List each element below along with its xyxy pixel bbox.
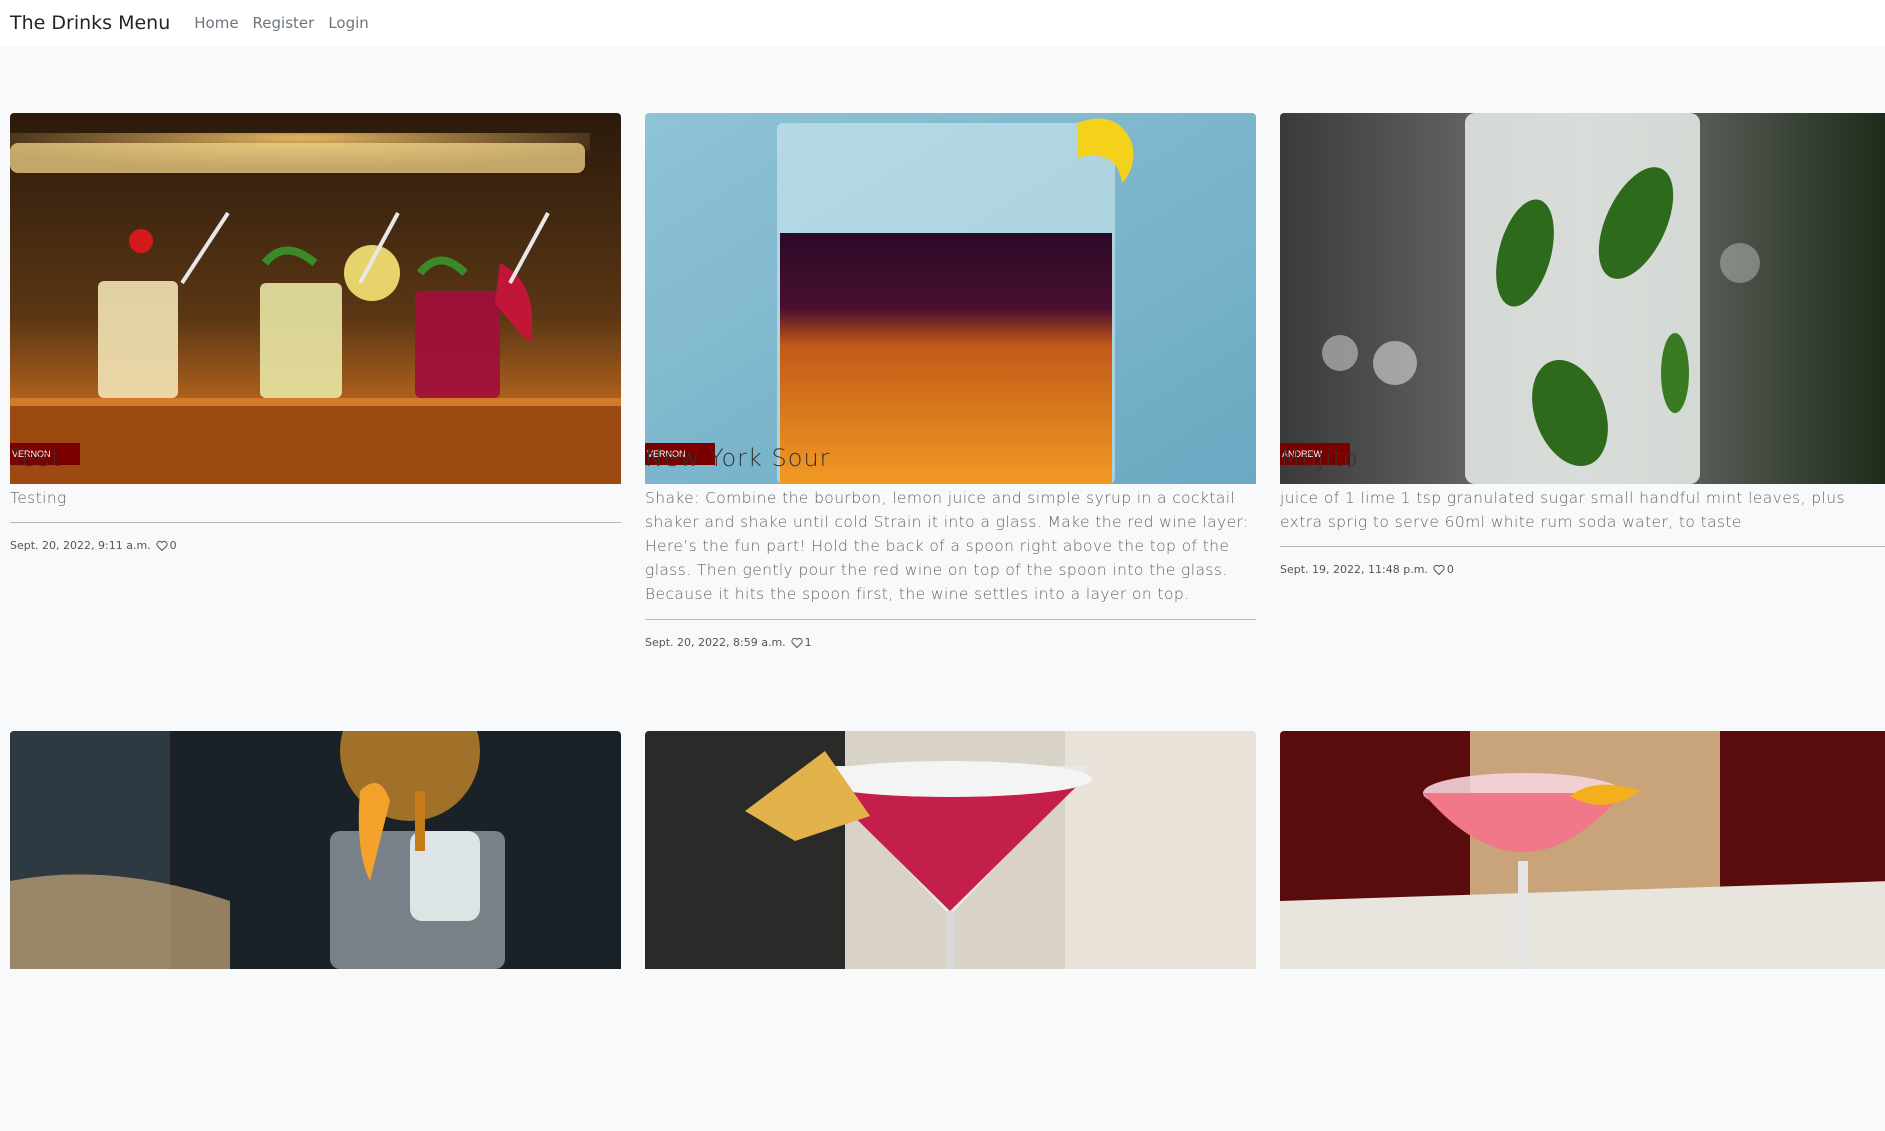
post-title[interactable]: Mojito	[1280, 444, 1359, 472]
post-date: Sept. 20, 2022, 8:59 a.m.	[645, 636, 786, 649]
post-image-new-york-sour[interactable]: VERNON	[645, 113, 1256, 484]
post-image-old-fashioned-pour[interactable]	[10, 731, 621, 1131]
post-card: VERNON Test Testing Sept. 20, 2022, 9:11…	[10, 0, 621, 552]
post-card	[1280, 731, 1885, 1131]
post-excerpt: juice of 1 lime 1 tsp granulated sugar s…	[1280, 489, 1845, 531]
like-count: 1	[804, 636, 812, 649]
post-excerpt: Shake: Combine the bourbon, lemon juice …	[645, 489, 1249, 603]
post-meta: Sept. 20, 2022, 9:11 a.m. 0	[10, 539, 177, 552]
post-meta: Sept. 19, 2022, 11:48 p.m. 0	[1280, 563, 1454, 576]
post-image-pineapple-martini[interactable]	[645, 731, 1256, 1131]
card-divider	[10, 522, 621, 523]
post-title[interactable]: New York Sour	[645, 444, 831, 472]
post-excerpt: Testing	[10, 489, 67, 507]
like-count: 0	[169, 539, 177, 552]
post-image-mojito[interactable]: ANDREW	[1280, 113, 1885, 484]
post-image-pink-coupe[interactable]	[1280, 731, 1885, 1131]
heart-icon[interactable]	[791, 637, 803, 648]
like-count: 0	[1446, 563, 1454, 576]
post-card	[645, 731, 1256, 1131]
post-title[interactable]: Test	[10, 444, 61, 472]
post-card: ANDREW Mojito juice of 1 lime 1 tsp gran…	[1280, 0, 1885, 576]
post-meta: Sept. 20, 2022, 8:59 a.m. 1	[645, 636, 812, 649]
post-date: Sept. 20, 2022, 9:11 a.m.	[10, 539, 151, 552]
post-card	[10, 731, 621, 1131]
post-card: VERNON New York Sour Shake: Combine the …	[645, 0, 1256, 649]
post-image-cocktail-trio[interactable]: VERNON	[10, 113, 621, 484]
card-divider	[645, 619, 1256, 620]
heart-icon[interactable]	[1433, 564, 1445, 575]
heart-icon[interactable]	[156, 540, 168, 551]
post-date: Sept. 19, 2022, 11:48 p.m.	[1280, 563, 1428, 576]
card-divider	[1280, 546, 1885, 547]
